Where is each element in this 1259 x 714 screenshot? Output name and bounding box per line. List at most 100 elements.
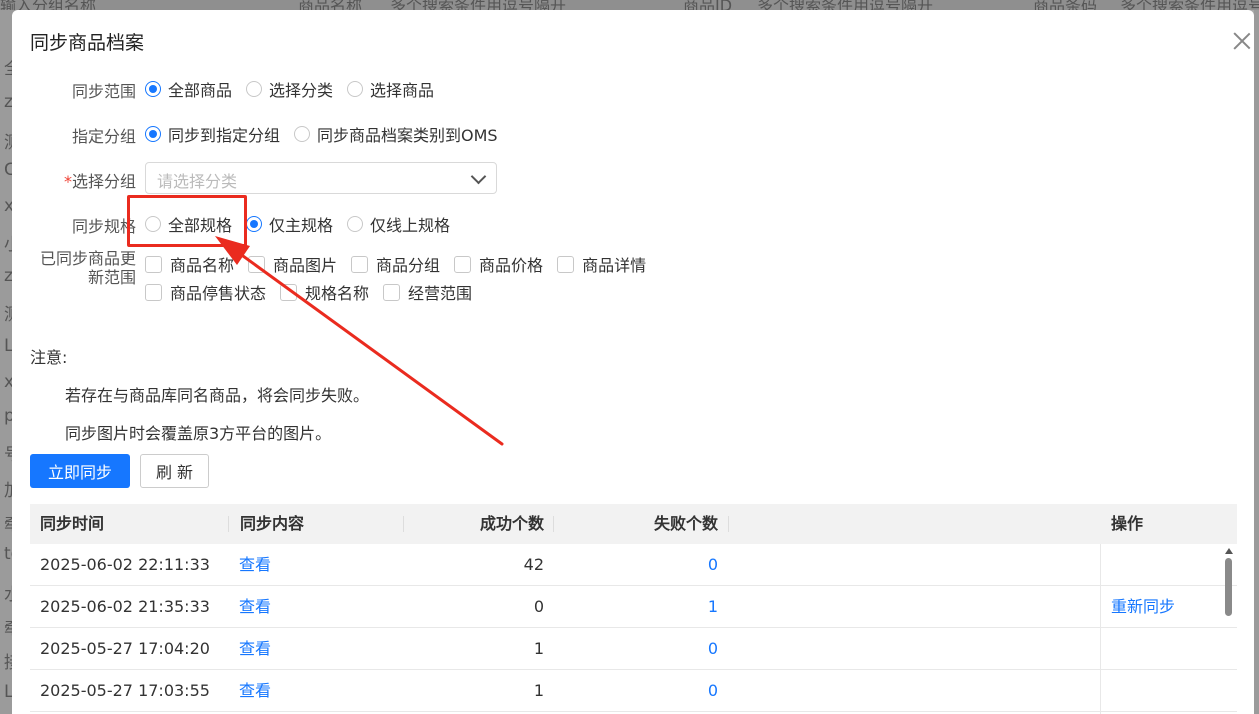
checkbox-icon [557, 255, 575, 273]
fail-count-link[interactable]: 1 [560, 586, 718, 627]
cell-sync-time: 2025-05-27 17:03:55 [40, 681, 210, 700]
header-divider [228, 516, 229, 532]
radio-unchecked-icon [294, 126, 311, 142]
checkbox-icon [351, 255, 369, 273]
update-scope-row-1: 商品名称 商品图片 商品分组 商品价格 商品详情 [145, 251, 660, 277]
radio-checked-icon [145, 81, 161, 97]
checkbox-icon [145, 255, 162, 273]
radio-unchecked-icon [246, 81, 263, 97]
checkbox-label: 商品分组 [376, 256, 441, 275]
checkbox-label: 商品详情 [582, 256, 647, 275]
background-text: 多个搜索条件用逗号 [1120, 0, 1259, 10]
update-scope-label-line: 已同步商品更 [39, 249, 136, 268]
checkbox-product-detail[interactable]: 商品详情 [557, 252, 646, 276]
sync-history-table: 同步时间 同步内容 成功个数 失败个数 操作 2025-06-02 22:11:… [30, 504, 1237, 714]
radio-label: 选择分类 [269, 81, 334, 100]
update-scope-label-line: 新范围 [87, 268, 136, 287]
cell-success-count: 0 [533, 597, 544, 616]
checkbox-product-discontinued[interactable]: 商品停售状态 [145, 280, 266, 304]
required-mark: * [63, 172, 72, 191]
dialog-title: 同步商品档案 [30, 32, 145, 54]
checkbox-icon [454, 255, 472, 273]
sync-now-button[interactable]: 立即同步 [30, 454, 130, 488]
header-fail-count: 失败个数 [653, 514, 718, 533]
update-scope-row-2: 商品停售状态 规格名称 经营范围 [145, 279, 486, 305]
cell-sync-time: 2025-05-27 17:04:20 [40, 639, 210, 658]
checkbox-icon [145, 283, 162, 301]
background-search-bar: 输入分组名称 商品名称 多个搜索条件用逗号隔开 商品ID 多个搜索条件用逗号隔开… [0, 0, 1259, 10]
choose-group-label: *选择分组 [12, 168, 136, 192]
sync-spec-label: 同步规格 [71, 217, 136, 236]
header-sync-content: 同步内容 [240, 514, 305, 533]
target-group-label: 指定分组 [71, 127, 136, 146]
chevron-down-icon [470, 168, 487, 185]
column-divider [1100, 544, 1101, 714]
radio-select-products[interactable]: 选择商品 [347, 77, 434, 101]
background-edge [1254, 10, 1259, 714]
checkbox-product-group[interactable]: 商品分组 [351, 252, 440, 276]
header-divider [553, 516, 554, 532]
radio-unchecked-icon [347, 81, 364, 97]
radio-label: 选择商品 [370, 81, 435, 100]
view-content-link[interactable]: 查看 [239, 586, 271, 627]
radio-main-spec-only[interactable]: 仅主规格 [246, 212, 333, 236]
cell-sync-time: 2025-06-02 22:11:33 [40, 555, 210, 574]
notes-heading: 注意: [30, 348, 68, 367]
checkbox-label: 经营范围 [408, 284, 473, 303]
table-scrollbar-thumb[interactable] [1225, 558, 1232, 616]
table-row: 2025-05-27 17:04:20 查看 1 0 [30, 628, 1237, 670]
checkbox-label: 商品停售状态 [170, 284, 267, 303]
checkbox-icon [383, 283, 401, 301]
table-header: 同步时间 同步内容 成功个数 失败个数 操作 [30, 504, 1237, 544]
cell-success-count: 1 [533, 681, 544, 700]
background-text: 商品名称 [298, 0, 363, 10]
checkbox-spec-name[interactable]: 规格名称 [280, 280, 369, 304]
checkbox-label: 商品名称 [170, 256, 235, 275]
radio-label: 同步商品档案类别到OMS [317, 126, 498, 145]
header-success-count: 成功个数 [479, 514, 544, 533]
view-content-link[interactable]: 查看 [239, 670, 271, 711]
checkbox-label: 商品价格 [479, 256, 544, 275]
radio-online-spec-only[interactable]: 仅线上规格 [347, 212, 450, 236]
note-item: 若存在与商品库同名商品，将会同步失败。 [65, 386, 370, 405]
table-row: 2025-06-02 21:35:33 查看 0 1 重新同步 [30, 586, 1237, 628]
checkbox-product-price[interactable]: 商品价格 [454, 252, 543, 276]
group-select[interactable]: 请选择分类 [145, 162, 497, 194]
header-divider [403, 516, 404, 532]
group-select-placeholder: 请选择分类 [157, 172, 238, 191]
header-actions: 操作 [1111, 514, 1144, 533]
sync-product-dialog: 同步商品档案 同步范围 全部商品 选择分类 选择商品 指定分组 同步到指定分组 … [12, 10, 1254, 714]
radio-unchecked-icon [347, 216, 364, 232]
scroll-up-arrow-icon[interactable] [1225, 548, 1233, 554]
radio-sync-to-group[interactable]: 同步到指定分组 [145, 122, 280, 146]
background-text: 商品条码 [1033, 0, 1098, 10]
radio-label: 同步到指定分组 [168, 126, 281, 145]
radio-select-category[interactable]: 选择分类 [246, 77, 333, 101]
view-content-link[interactable]: 查看 [239, 628, 271, 669]
checkbox-label: 规格名称 [305, 284, 370, 303]
checkbox-label: 商品图片 [273, 256, 338, 275]
background-text: 商品ID [683, 0, 733, 10]
note-item: 同步图片时会覆盖原3方平台的图片。 [65, 424, 332, 443]
table-row: 2025-06-02 22:11:33 查看 42 0 [30, 544, 1237, 586]
checkbox-product-image[interactable]: 商品图片 [248, 252, 337, 276]
target-group-group: 同步到指定分组 同步商品档案类别到OMS [145, 121, 512, 147]
fail-count-link[interactable]: 0 [560, 544, 718, 585]
fail-count-link[interactable]: 0 [560, 628, 718, 669]
radio-checked-icon [145, 126, 161, 142]
radio-sync-category-to-oms[interactable]: 同步商品档案类别到OMS [294, 122, 498, 146]
checkbox-business-scope[interactable]: 经营范围 [383, 280, 472, 304]
close-icon[interactable] [1231, 30, 1253, 52]
resync-link[interactable]: 重新同步 [1111, 586, 1175, 627]
header-sync-time: 同步时间 [40, 514, 105, 533]
cell-success-count: 42 [523, 555, 544, 574]
sync-range-group: 全部商品 选择分类 选择商品 [145, 76, 448, 102]
checkbox-product-name[interactable]: 商品名称 [145, 252, 234, 276]
fail-count-link[interactable]: 0 [560, 670, 718, 711]
radio-all-products[interactable]: 全部商品 [145, 77, 232, 101]
refresh-button[interactable]: 刷 新 [140, 454, 209, 488]
view-content-link[interactable]: 查看 [239, 544, 271, 585]
background-text: 多个搜索条件用逗号隔开 [390, 0, 567, 10]
background-text: 输入分组名称 [0, 0, 97, 10]
checkbox-icon [248, 255, 266, 273]
